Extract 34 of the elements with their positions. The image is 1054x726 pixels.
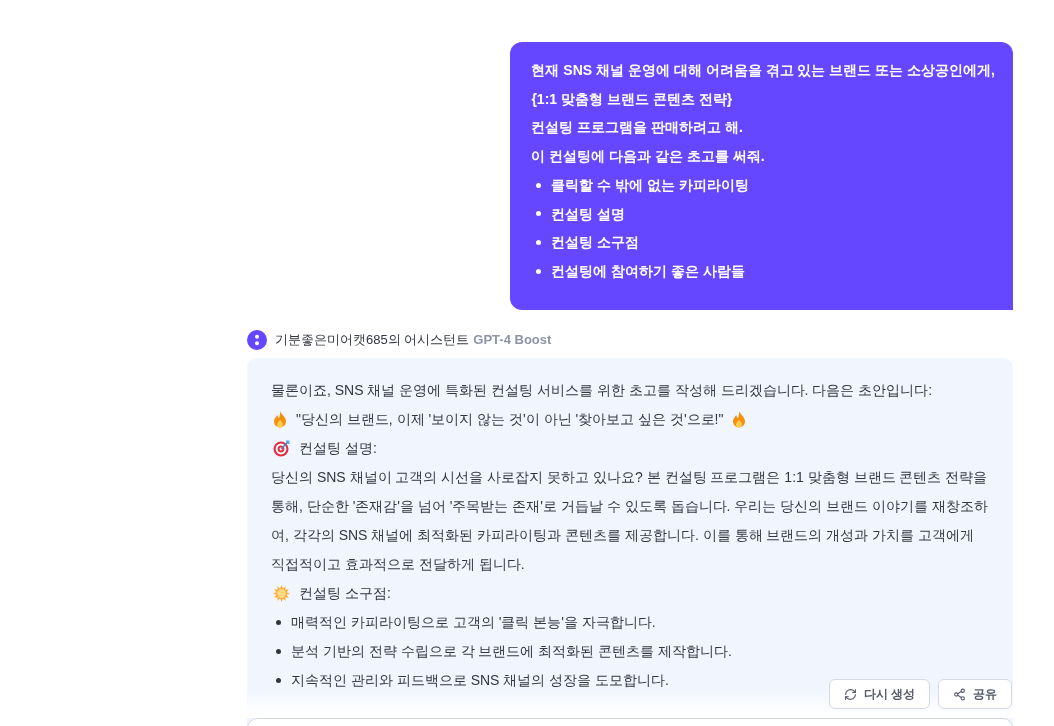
- sun-icon: [273, 584, 290, 602]
- section-heading: 컨설팅 설명:: [299, 438, 377, 458]
- section-heading: 컨설팅 소구점:: [299, 583, 391, 603]
- bullet-icon: [536, 211, 542, 217]
- bullet-icon: [276, 648, 281, 654]
- share-button[interactable]: 공유: [938, 679, 1012, 709]
- assistant-name: 기분좋은미어캣685의 어시스턴트: [275, 330, 470, 349]
- bullet-icon: [276, 677, 281, 683]
- paragraph-text: 당신의 SNS 채널이 고객의 시선을 사로잡지 못하고 있나요? 본 컨설팅 프로그램은 1:1 맞춤형 브랜드 콘텐츠 전략을 통해, 단순한 '존재감'을 넘어 '주목받는 존재'로 거듭날 수 있도록 돕습니다. 우리는 당신의 브랜드 이야기를 재창조하여, 각각의 SNS 채널에 최적화된 카피라이팅과 콘텐츠를 제공합니다. 이를 통해 브랜드의 개성과 가치를 고객에게 직접적이고 효과적으로 전달하게 됩니다.: [271, 467, 989, 574]
- refresh-icon: [843, 687, 857, 701]
- paragraph-text: 물론이죠, SNS 채널 운영에 특화된 컨설팅 서비스를 위한 초고를 작성해 드리겠습니다. 다음은 초안입니다:: [271, 380, 934, 400]
- list-item-text: 분석 기반의 전략 수립으로 각 브랜드에 최적화된 콘텐츠를 제작합니다.: [291, 641, 732, 661]
- list-item-text: 클릭할 수 밖에 없는 카피라이팅: [551, 175, 749, 195]
- message-text: 현재 SNS 채널 운영에 대해 어려움을 겪고 있는 브랜드 또는 소상공인에게,: [531, 61, 995, 80]
- fire-icon: [273, 410, 287, 428]
- bullet-icon: [536, 268, 542, 274]
- model-name: GPT-4 Boost: [473, 332, 552, 348]
- list-item-text: 지속적인 관리와 피드백으로 SNS 채널의 성장을 도모합니다.: [291, 670, 669, 690]
- bullet-icon: [276, 619, 281, 625]
- regenerate-button[interactable]: 다시 생성: [828, 679, 930, 709]
- bullet-icon: [536, 240, 542, 246]
- list-item-text: 매력적인 카피라이팅으로 고객의 '클릭 본능'을 자극합니다.: [291, 612, 656, 632]
- message-text: {1:1 맞춤형 브랜드 콘텐츠 전략}: [531, 89, 734, 109]
- quote-text: "당신의 브랜드, 이제 '보이지 않는 것'이 아닌 '찾아보고 싶은 것'으로!": [296, 409, 724, 429]
- list-item-text: 컨설팅 설명: [551, 204, 626, 224]
- list-item-text: 컨설팅 소구점: [551, 233, 640, 253]
- message-text: 컨설팅 프로그램을 판매하려고 해.: [531, 118, 744, 138]
- target-icon: [273, 439, 290, 457]
- fire-icon: [732, 410, 747, 428]
- message-text: 이 컨설팅에 다음과 같은 초고를 써줘.: [531, 147, 766, 167]
- list-item-text: 컨설팅에 참여하기 좋은 사람들: [551, 261, 746, 281]
- share-icon: [953, 687, 966, 701]
- avatar-icon: [247, 329, 267, 350]
- bullet-icon: [536, 182, 542, 188]
